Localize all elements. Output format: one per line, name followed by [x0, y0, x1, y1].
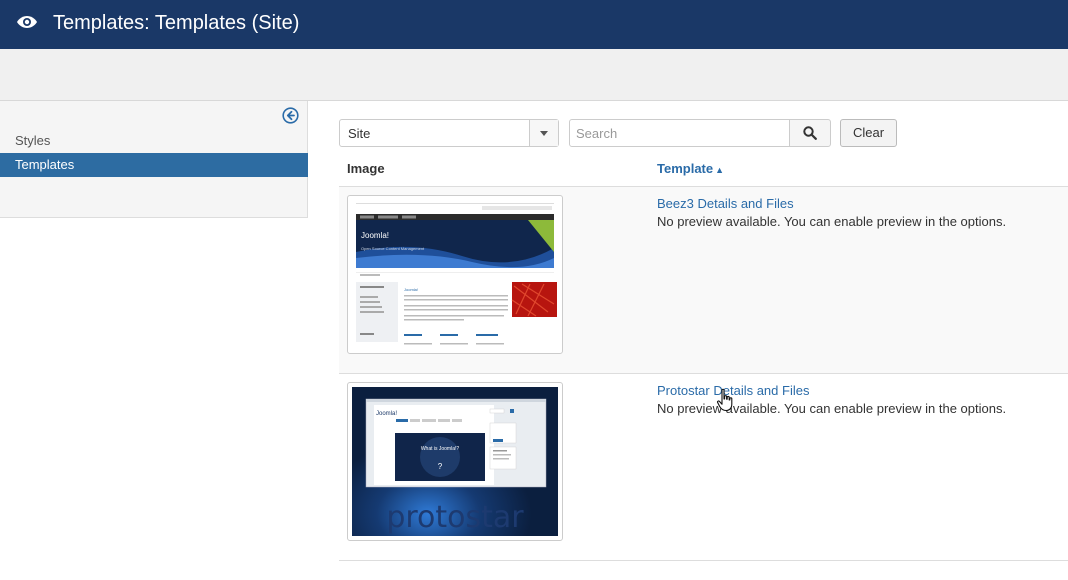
table-row: Joomla! What is Joomla!? ? protostar Pro… — [339, 374, 1068, 561]
sidebar: Styles Templates — [0, 101, 308, 218]
toolbar — [0, 49, 1068, 101]
beez3-logo-text: Joomla! — [361, 231, 389, 240]
sidebar-item-label: Templates — [15, 157, 75, 172]
beez3-preview-image: Joomla! Open Source Content Management J… — [352, 200, 558, 349]
protostar-hero-text: What is Joomla!? — [421, 446, 460, 452]
beez3-heading-text: Joomla! — [404, 287, 418, 292]
template-details-link[interactable]: Beez3 Details and Files — [657, 196, 794, 211]
chevron-down-icon[interactable] — [529, 120, 558, 146]
sidebar-item-styles[interactable]: Styles — [0, 129, 308, 153]
search-button[interactable] — [789, 119, 831, 147]
page-header: Templates: Templates (Site) — [0, 0, 1068, 49]
page-title: Templates: Templates (Site) — [53, 12, 300, 34]
protostar-preview-image: Joomla! What is Joomla!? ? protostar — [352, 387, 558, 536]
search-input[interactable] — [569, 119, 790, 147]
eye-icon — [17, 16, 37, 28]
table-row: Joomla! Open Source Content Management J… — [339, 187, 1068, 374]
client-filter-value: Site — [348, 126, 371, 141]
template-description: No preview available. You can enable pre… — [657, 214, 1007, 229]
client-filter-select[interactable]: Site — [339, 119, 559, 147]
sidebar-item-label: Styles — [15, 133, 51, 148]
sidebar-item-templates[interactable]: Templates — [0, 153, 308, 177]
search-icon — [803, 126, 817, 140]
protostar-thumbnail[interactable]: Joomla! What is Joomla!? ? protostar — [347, 382, 563, 541]
sort-ascending-icon: ▲ — [715, 165, 725, 175]
clear-button[interactable]: Clear — [840, 119, 897, 147]
column-header-image: Image — [347, 161, 385, 176]
arrow-circle-left-icon[interactable] — [282, 107, 299, 124]
hand-cursor-icon — [716, 388, 733, 412]
svg-text:?: ? — [438, 462, 443, 471]
protostar-logo-text: Joomla! — [376, 411, 397, 417]
protostar-brand-text: protostar — [386, 500, 524, 535]
column-header-template-label: Template — [657, 161, 714, 176]
beez3-tagline-text: Open Source Content Management — [361, 246, 425, 251]
column-header-template[interactable]: Template ▲ — [657, 161, 724, 176]
template-description: No preview available. You can enable pre… — [657, 401, 1007, 416]
beez3-thumbnail[interactable]: Joomla! Open Source Content Management J… — [347, 195, 563, 354]
